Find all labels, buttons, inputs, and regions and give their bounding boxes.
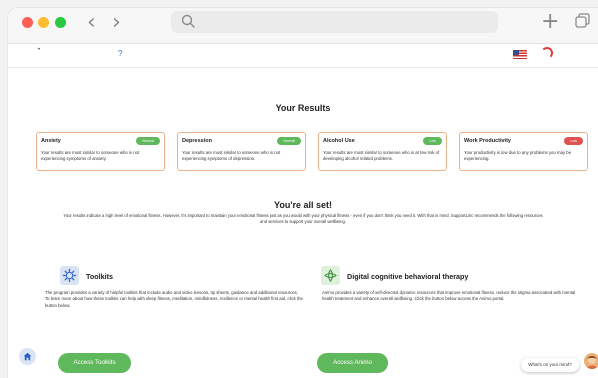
browser-window: ‹ › + • ? Your Results Anxiety Normal Yo… (8, 8, 598, 378)
card-title: Depression (182, 138, 212, 144)
site-header: • ? (8, 44, 598, 68)
card-title: Anxiety (41, 138, 61, 144)
close-window-button[interactable] (22, 17, 33, 28)
animo-description: Animo provides a variety of self-directe… (322, 290, 576, 302)
chat-prompt-bubble[interactable]: What's on your mind? (521, 358, 579, 372)
chat-avatar-icon[interactable] (584, 353, 598, 369)
card-description: Your productivity is low due to any prob… (464, 150, 572, 161)
access-toolkits-button[interactable]: Access Toolkits (58, 353, 131, 373)
site-logo[interactable]: • (38, 47, 40, 53)
status-badge: Low (423, 137, 442, 145)
help-link[interactable]: ? (118, 49, 122, 58)
result-card-depression: Depression Normal Your results are most … (177, 132, 306, 171)
results-page: Your Results Anxiety Normal Your results… (8, 68, 598, 378)
minimize-window-button[interactable] (38, 17, 49, 28)
account-menu-icon[interactable] (541, 47, 553, 59)
maximize-window-button[interactable] (55, 17, 66, 28)
result-card-anxiety: Anxiety Normal Your results are most sim… (36, 132, 165, 171)
toolkits-description: The program provides a variety of helpfu… (45, 290, 303, 308)
card-title: Alcohol Use (323, 138, 355, 144)
all-set-heading: You're all set! (274, 200, 332, 210)
result-card-work-productivity: Work Productivity Low Your productivity … (459, 132, 588, 171)
chevron-left-icon[interactable]: ‹ (87, 11, 96, 35)
status-badge: Low (564, 137, 583, 145)
plus-icon[interactable]: + (541, 10, 559, 34)
card-description: Your results are most similar to someone… (41, 150, 140, 161)
animo-logo-icon (321, 266, 340, 285)
animo-title: Digital cognitive behavioral therapy (347, 272, 469, 281)
toolkits-title: Toolkits (86, 272, 114, 281)
home-icon (23, 352, 32, 361)
results-heading: Your Results (275, 103, 331, 113)
card-description: Your results are most similar to someone… (182, 150, 281, 161)
home-button[interactable] (19, 348, 36, 365)
all-set-description: Your results indicate a high level of em… (63, 213, 543, 225)
card-title: Work Productivity (464, 138, 511, 144)
address-bar[interactable] (171, 11, 498, 33)
tabs-overview-icon[interactable] (575, 13, 590, 28)
us-flag-icon[interactable] (513, 50, 527, 59)
status-badge: Normal (277, 137, 301, 145)
status-badge: Normal (136, 137, 160, 145)
search-icon (181, 14, 195, 28)
gear-icon (60, 266, 79, 285)
access-animo-button[interactable]: Access Animo (317, 353, 388, 373)
browser-toolbar: ‹ › + (8, 8, 598, 44)
result-card-alcohol-use: Alcohol Use Low Your results are most si… (318, 132, 447, 171)
card-description: Your results are most similar to someone… (323, 150, 440, 161)
chevron-right-icon[interactable]: › (112, 11, 121, 35)
